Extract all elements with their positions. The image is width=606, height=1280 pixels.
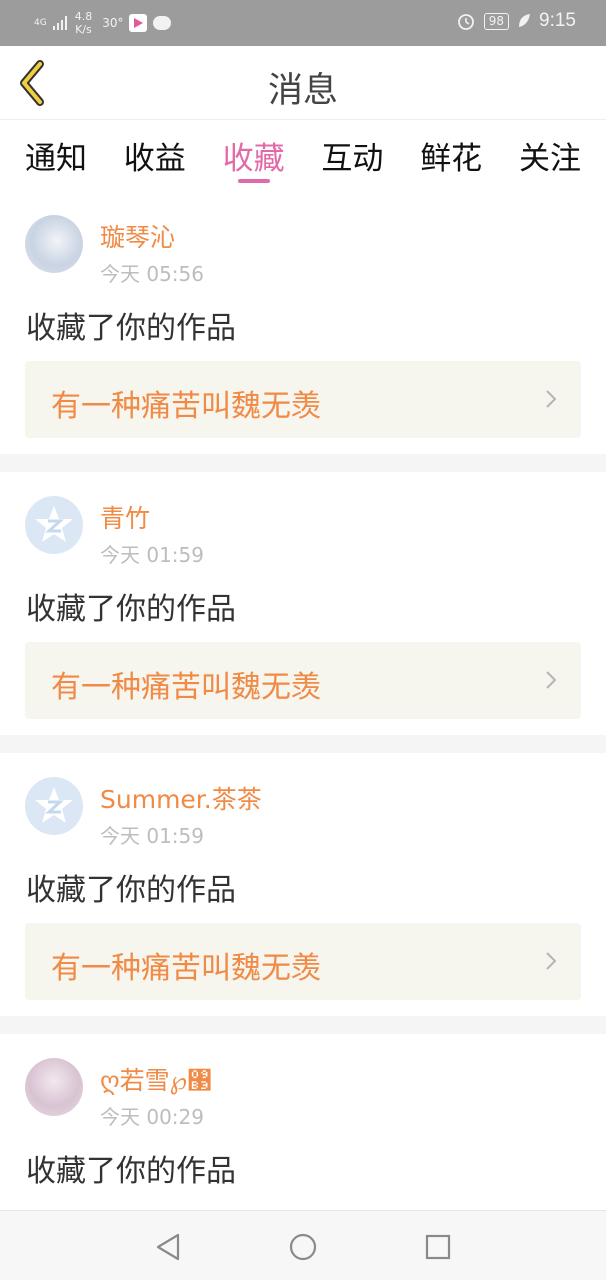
tab-favorites[interactable]: 收藏: [222, 121, 286, 191]
work-title: 有一种痛苦叫魏无羡: [51, 389, 321, 424]
avatar[interactable]: [25, 1058, 83, 1116]
work-title: 有一种痛苦叫魏无羡: [51, 951, 321, 986]
temperature: 30°: [102, 16, 124, 30]
avatar[interactable]: [25, 777, 83, 835]
username[interactable]: 青竹: [100, 499, 150, 535]
divider: [0, 454, 606, 472]
action-text: 收藏了你的作品: [26, 592, 236, 627]
leaf-icon: [519, 14, 531, 27]
network-indicator: 4G: [34, 17, 47, 28]
tab-earnings[interactable]: 收益: [123, 121, 187, 191]
tab-notifications[interactable]: 通知: [24, 121, 88, 191]
chevron-right-icon: [546, 952, 557, 970]
status-right: 98 9:15: [456, 10, 576, 32]
battery-indicator: 98: [483, 12, 510, 30]
work-link[interactable]: 有一种痛苦叫魏无羡: [25, 923, 581, 1000]
timestamp: 今天 01:59: [100, 543, 204, 567]
tab-interactions[interactable]: 互动: [320, 121, 384, 191]
list-item: Summer.茶茶 今天 01:59 收藏了你的作品 有一种痛苦叫魏无羡: [0, 753, 606, 1016]
back-triangle-icon[interactable]: [152, 1231, 184, 1263]
divider: [0, 735, 606, 753]
chevron-right-icon: [546, 671, 557, 689]
list-item: 青竹 今天 01:59 收藏了你的作品 有一种痛苦叫魏无羡: [0, 472, 606, 735]
signal-icon: [52, 16, 67, 30]
avatar[interactable]: [25, 215, 83, 273]
chevron-right-icon: [546, 390, 557, 408]
chat-icon: [153, 16, 172, 30]
network-speed: 4.8 K/s: [75, 10, 93, 36]
video-app-icon: [129, 14, 148, 32]
avatar[interactable]: [25, 496, 83, 554]
action-text: 收藏了你的作品: [26, 873, 236, 908]
tab-bar: 通知 收益 收藏 互动 鲜花 关注: [0, 121, 606, 191]
list-item: 璇琴沁 今天 05:56 收藏了你的作品 有一种痛苦叫魏无羡: [0, 191, 606, 454]
system-nav-bar: [0, 1210, 606, 1280]
work-title: 有一种痛苦叫魏无羡: [51, 670, 321, 705]
recents-square-icon[interactable]: [422, 1231, 454, 1263]
header: 消息: [0, 46, 606, 120]
home-circle-icon[interactable]: [287, 1231, 319, 1263]
username[interactable]: Summer.茶茶: [100, 780, 262, 816]
status-bar: 4G 4.8 K/s 30° 98 9:15: [0, 0, 606, 46]
username[interactable]: 璇琴沁: [100, 218, 175, 254]
divider: [0, 1016, 606, 1034]
default-avatar-star-icon: [35, 787, 73, 823]
speed-unit: K/s: [75, 23, 92, 36]
speed-value: 4.8: [74, 10, 93, 23]
alarm-icon: [457, 14, 474, 30]
action-text: 收藏了你的作品: [26, 311, 236, 346]
tab-following[interactable]: 关注: [518, 121, 582, 191]
status-left: 4G 4.8 K/s 30°: [34, 10, 172, 36]
tab-flowers[interactable]: 鲜花: [419, 121, 483, 191]
clock: 9:15: [539, 10, 576, 31]
message-list: 璇琴沁 今天 05:56 收藏了你的作品 有一种痛苦叫魏无羡 青竹 今天 01:…: [0, 191, 606, 1280]
page-title: 消息: [267, 71, 338, 111]
username[interactable]: ღ若雪℘঳: [100, 1061, 212, 1097]
default-avatar-star-icon: [35, 506, 73, 542]
work-link[interactable]: 有一种痛苦叫魏无羡: [25, 642, 581, 719]
timestamp: 今天 01:59: [100, 824, 204, 848]
timestamp: 今天 00:29: [100, 1105, 204, 1129]
work-link[interactable]: 有一种痛苦叫魏无羡: [25, 361, 581, 438]
timestamp: 今天 05:56: [100, 262, 204, 286]
action-text: 收藏了你的作品: [26, 1154, 236, 1189]
